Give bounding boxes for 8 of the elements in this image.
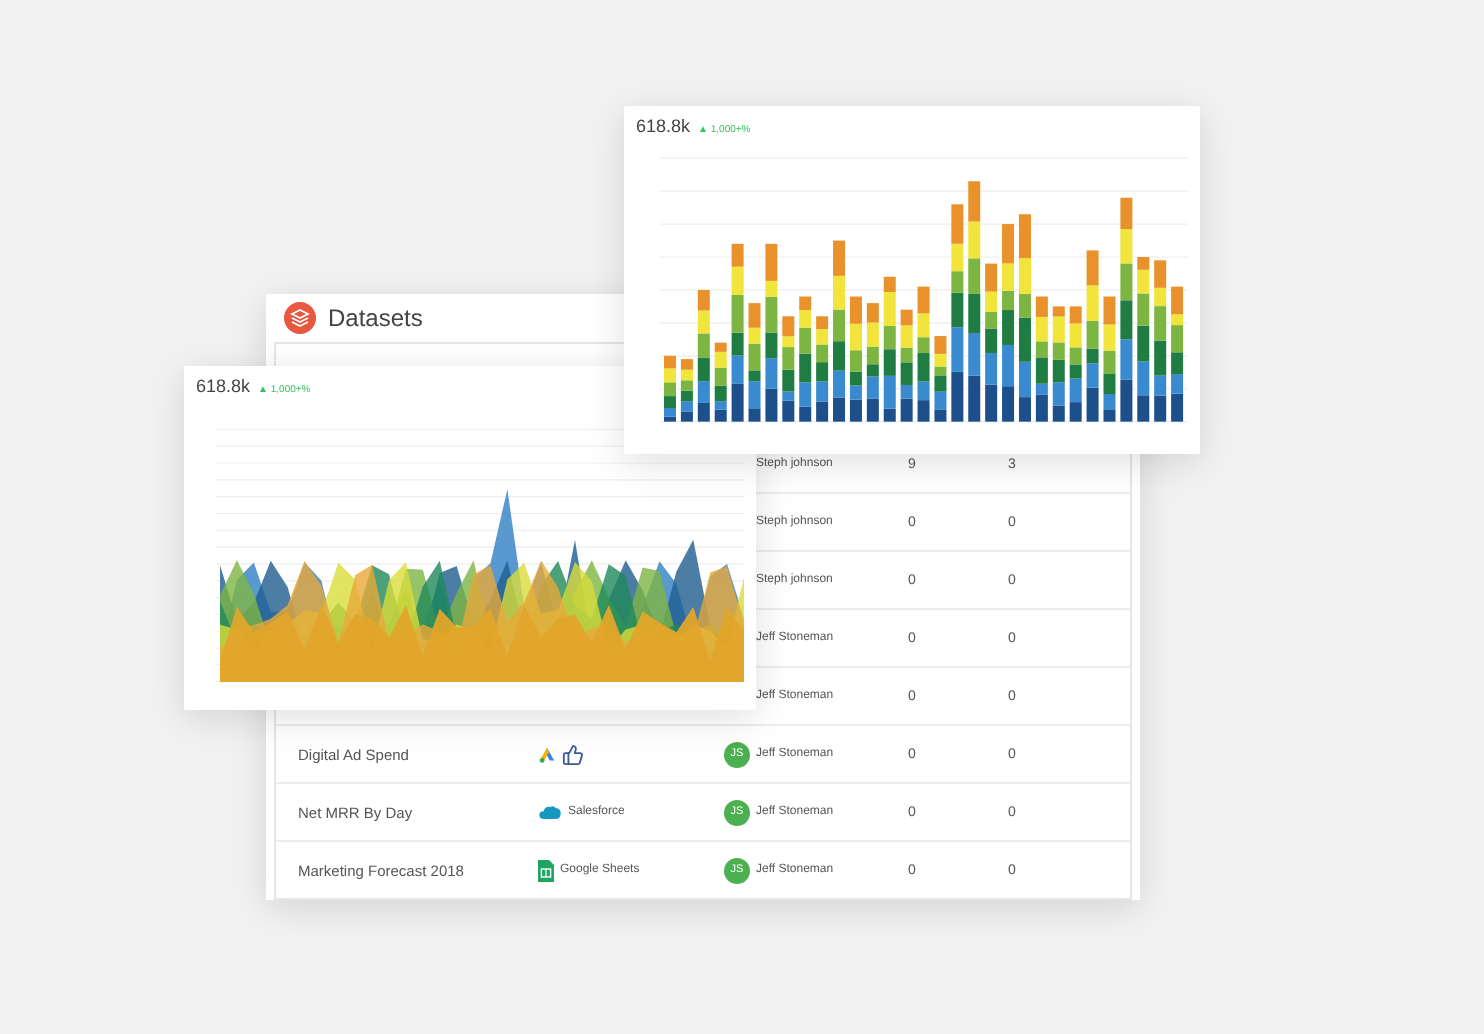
spreadsheet-icon (538, 859, 554, 881)
kpi-value: 618.8k (636, 116, 691, 136)
thumbs-up-icon (562, 743, 584, 765)
page-title: Datasets (328, 304, 423, 332)
layers-icon (284, 302, 316, 334)
kpi-value: 618.8k (196, 376, 251, 396)
triangle-logo-icon (538, 745, 556, 763)
cloud-icon (538, 804, 562, 820)
